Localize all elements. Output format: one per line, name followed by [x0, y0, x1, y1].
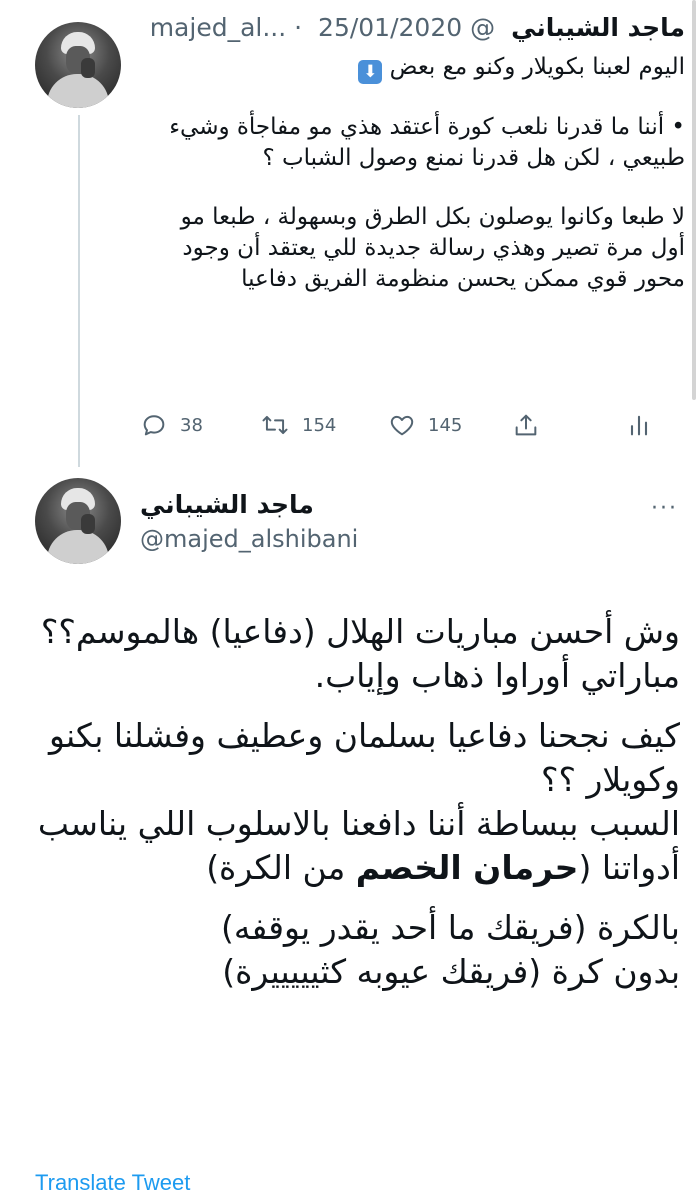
author-name[interactable]: ماجد الشيباني	[140, 490, 540, 520]
retweet-icon	[262, 415, 288, 435]
like-count: 145	[428, 414, 463, 436]
retweet-button[interactable]: 154	[260, 411, 336, 439]
tweet-line: مباراتي أوراوا ذهاب وإياب.	[314, 656, 680, 695]
tweet-line: اليوم لعبنا بكويلار وكنو مع بعض ⬇	[140, 52, 685, 84]
down-arrow-emoji-icon: ⬇	[358, 60, 383, 84]
share-button[interactable]	[512, 411, 540, 439]
tweet-text: وش أحسن مباريات الهلال (دفاعيا) هالموسم؟…	[35, 610, 680, 994]
author-handle[interactable]: @majed_alshibani	[140, 524, 358, 554]
tweet-line: بدون كرة (فريقك عيوبه كثيييييرة)	[222, 952, 680, 991]
scroll-indicator[interactable]	[692, 0, 696, 400]
translate-tweet-link[interactable]: Translate Tweet	[35, 1168, 190, 1198]
avatar[interactable]	[35, 478, 121, 564]
more-options-icon[interactable]: ···	[651, 496, 678, 521]
tweet-line: وش أحسن مباريات الهلال (دفاعيا) هالموسم؟…	[40, 612, 680, 651]
analytics-button[interactable]	[625, 411, 653, 439]
analytics-icon	[630, 415, 648, 436]
bold-phrase: حرمان الخصم	[355, 848, 579, 887]
retweet-count: 154	[302, 414, 337, 436]
tweet-line: السبب ببساطة أننا دافعنا بالاسلوب اللي ي…	[37, 804, 680, 887]
tweet-actions: 38 154 145	[140, 405, 660, 445]
heart-icon	[390, 415, 414, 436]
tweet-line: كيف نجحنا دفاعيا بسلمان وعطيف وفشلنا بكن…	[48, 716, 680, 799]
tweet-paragraph: • أننا ما قدرنا نلعب كورة أعتقد هذي مو م…	[169, 114, 685, 171]
separator-dot: ·	[294, 13, 303, 42]
tweet-line: بالكرة (فريقك ما أحد يقدر يوقفه)	[220, 908, 680, 947]
reply-icon	[143, 415, 165, 436]
avatar[interactable]	[35, 22, 121, 108]
thread-connector-line	[78, 115, 80, 467]
tweet-text: اليوم لعبنا بكويلار وكنو مع بعض ⬇ • أننا…	[140, 52, 685, 295]
author-name[interactable]: ماجد الشيباني	[511, 13, 685, 42]
share-icon	[515, 414, 537, 436]
tweet-paragraph: لا طبعا وكانوا يوصلون بكل الطرق وبسهولة …	[180, 204, 685, 292]
tweet-header: ماجد الشيباني @majed_al... · 25/01/2020	[140, 8, 685, 48]
reply-count: 38	[180, 414, 203, 436]
like-button[interactable]: 145	[388, 411, 462, 439]
tweet-date[interactable]: 25/01/2020	[318, 13, 462, 42]
reply-button[interactable]: 38	[140, 411, 203, 439]
